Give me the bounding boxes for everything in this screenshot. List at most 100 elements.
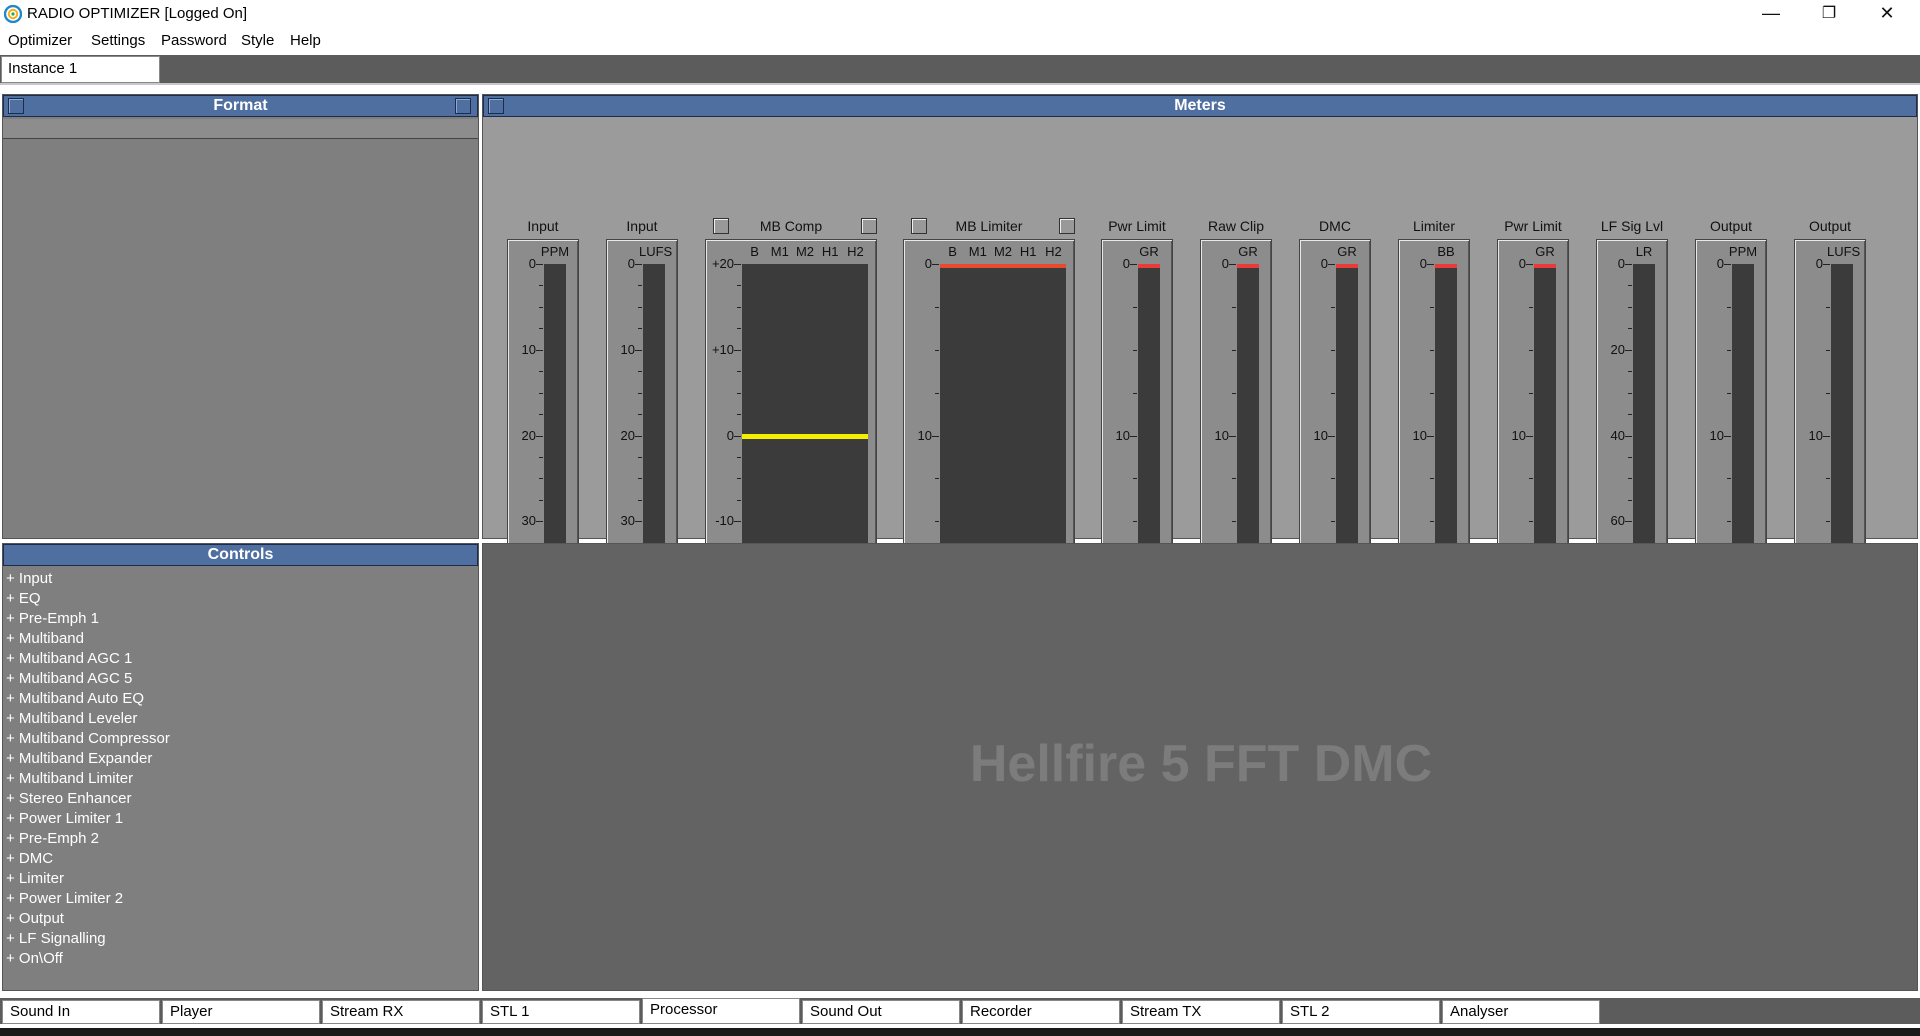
controls-tree-item[interactable]: + Input bbox=[6, 569, 170, 589]
controls-tree-item[interactable]: + Power Limiter 2 bbox=[6, 889, 170, 909]
controls-tree-item[interactable]: + Multiband Auto EQ bbox=[6, 689, 170, 709]
controls-tree-item[interactable]: + Power Limiter 1 bbox=[6, 809, 170, 829]
tab-stl-2[interactable]: STL 2 bbox=[1282, 1000, 1440, 1024]
mb-comp-left-checkbox[interactable] bbox=[713, 218, 729, 234]
mb-limiter-left-checkbox[interactable] bbox=[911, 218, 927, 234]
tick-minor bbox=[539, 414, 543, 416]
app-logo-icon bbox=[4, 5, 22, 23]
maximize-button[interactable]: ❐ bbox=[1800, 0, 1858, 29]
controls-tree-item[interactable]: + LF Signalling bbox=[6, 929, 170, 949]
menu-settings[interactable]: Settings bbox=[91, 31, 145, 51]
tick-minor bbox=[1133, 349, 1137, 351]
close-button[interactable]: ✕ bbox=[1858, 0, 1916, 29]
tick-minor bbox=[1133, 478, 1137, 480]
tick-minor bbox=[1133, 392, 1137, 394]
tick-label: 10 bbox=[1709, 427, 1724, 443]
tick-major bbox=[1625, 264, 1632, 265]
tick-minor bbox=[1331, 349, 1335, 351]
tab-stream-tx[interactable]: Stream TX bbox=[1122, 1000, 1280, 1024]
meter-marker bbox=[1336, 264, 1358, 268]
tick-minor bbox=[1628, 478, 1632, 480]
tick-label: 10 bbox=[1313, 427, 1328, 443]
controls-tree-item[interactable]: + Multiband AGC 1 bbox=[6, 649, 170, 669]
tick-major bbox=[1823, 264, 1830, 265]
meter-unit: LR bbox=[1635, 244, 1653, 259]
tick-minor bbox=[539, 456, 543, 458]
tick-label: 10 bbox=[521, 341, 536, 357]
tick-minor bbox=[1628, 285, 1632, 287]
band-label: H2 bbox=[847, 244, 864, 259]
menu-style[interactable]: Style bbox=[241, 31, 274, 51]
tick-minor bbox=[1232, 349, 1236, 351]
preset-display-panel: Hellfire 5 FFT DMC bbox=[482, 543, 1918, 991]
tick-major bbox=[1724, 435, 1731, 437]
meter-unit: BB bbox=[1437, 244, 1455, 259]
tick-minor bbox=[1133, 521, 1137, 523]
minimize-button[interactable]: — bbox=[1742, 0, 1800, 29]
controls-tree-item[interactable]: + Pre-Emph 1 bbox=[6, 609, 170, 629]
tab-analyser[interactable]: Analyser bbox=[1442, 1000, 1600, 1024]
meter-label: Limiter bbox=[1412, 218, 1455, 234]
band-label: H2 bbox=[1045, 244, 1062, 259]
tick-label: 20 bbox=[620, 427, 635, 443]
format-right-toggle[interactable] bbox=[455, 98, 471, 114]
tick-minor bbox=[1430, 306, 1434, 308]
tick-major bbox=[536, 349, 543, 351]
tick-minor bbox=[1232, 478, 1236, 480]
tick-minor bbox=[1529, 478, 1533, 480]
tab-sound-in[interactable]: Sound In bbox=[2, 1000, 160, 1024]
tab-recorder[interactable]: Recorder bbox=[962, 1000, 1120, 1024]
controls-tree-item[interactable]: + EQ bbox=[6, 589, 170, 609]
meter-unit: LUFS bbox=[639, 244, 673, 259]
tab-processor[interactable]: Processor bbox=[642, 998, 800, 1024]
tick-minor bbox=[737, 456, 741, 458]
controls-tree-item[interactable]: + Multiband Limiter bbox=[6, 769, 170, 789]
tick-label: 0 bbox=[726, 427, 734, 443]
tick-label: 60 bbox=[1610, 513, 1625, 529]
tick-minor bbox=[1529, 349, 1533, 351]
tick-major bbox=[536, 435, 543, 437]
tab-stream-rx[interactable]: Stream RX bbox=[322, 1000, 480, 1024]
format-title: Format bbox=[213, 97, 268, 114]
tab-sound-out[interactable]: Sound Out bbox=[802, 1000, 960, 1024]
band-label: B bbox=[948, 244, 957, 259]
controls-tree-item[interactable]: + Pre-Emph 2 bbox=[6, 829, 170, 849]
tick-minor bbox=[539, 392, 543, 394]
controls-tree-item[interactable]: + Stereo Enhancer bbox=[6, 789, 170, 809]
tick-major bbox=[1427, 264, 1434, 265]
menu-password[interactable]: Password bbox=[161, 31, 227, 51]
tab-player[interactable]: Player bbox=[162, 1000, 320, 1024]
tab-stl-1[interactable]: STL 1 bbox=[482, 1000, 640, 1024]
controls-tree-item[interactable]: + Multiband Leveler bbox=[6, 709, 170, 729]
controls-tree-item[interactable]: + Limiter bbox=[6, 869, 170, 889]
controls-tree-item[interactable]: + Multiband Compressor bbox=[6, 729, 170, 749]
tick-minor bbox=[1331, 392, 1335, 394]
controls-tree-item[interactable]: + DMC bbox=[6, 849, 170, 869]
menu-help[interactable]: Help bbox=[290, 31, 321, 51]
band-label: M2 bbox=[993, 244, 1013, 259]
tab-instance-1[interactable]: Instance 1 bbox=[1, 56, 160, 83]
tick-minor bbox=[737, 392, 741, 394]
format-left-toggle[interactable] bbox=[8, 98, 24, 114]
tick-label: 10 bbox=[1808, 427, 1823, 443]
meter-label: LF Sig Lvl bbox=[1600, 218, 1664, 234]
menu-optimizer[interactable]: Optimizer bbox=[8, 31, 72, 51]
meters-toggle[interactable] bbox=[488, 98, 504, 114]
tick-major bbox=[1130, 264, 1137, 265]
controls-tree-item[interactable]: + Multiband Expander bbox=[6, 749, 170, 769]
controls-tree-item[interactable]: + On\Off bbox=[6, 949, 170, 969]
tick-minor bbox=[539, 478, 543, 480]
controls-tree-item[interactable]: + Multiband bbox=[6, 629, 170, 649]
tick-minor bbox=[1529, 521, 1533, 523]
tick-minor bbox=[539, 371, 543, 373]
mb-comp-right-checkbox[interactable] bbox=[861, 218, 877, 234]
mb-limiter-right-checkbox[interactable] bbox=[1059, 218, 1075, 234]
preset-name: Hellfire 5 FFT DMC bbox=[969, 735, 1433, 793]
controls-title: Controls bbox=[207, 546, 274, 563]
tick-minor bbox=[1727, 306, 1731, 308]
meter-label: Raw Clip bbox=[1207, 218, 1264, 234]
instance-tab-strip: Instance 1 bbox=[0, 55, 1920, 83]
controls-tree-item[interactable]: + Output bbox=[6, 909, 170, 929]
meter-unit: GR bbox=[1238, 244, 1258, 259]
controls-tree-item[interactable]: + Multiband AGC 5 bbox=[6, 669, 170, 689]
